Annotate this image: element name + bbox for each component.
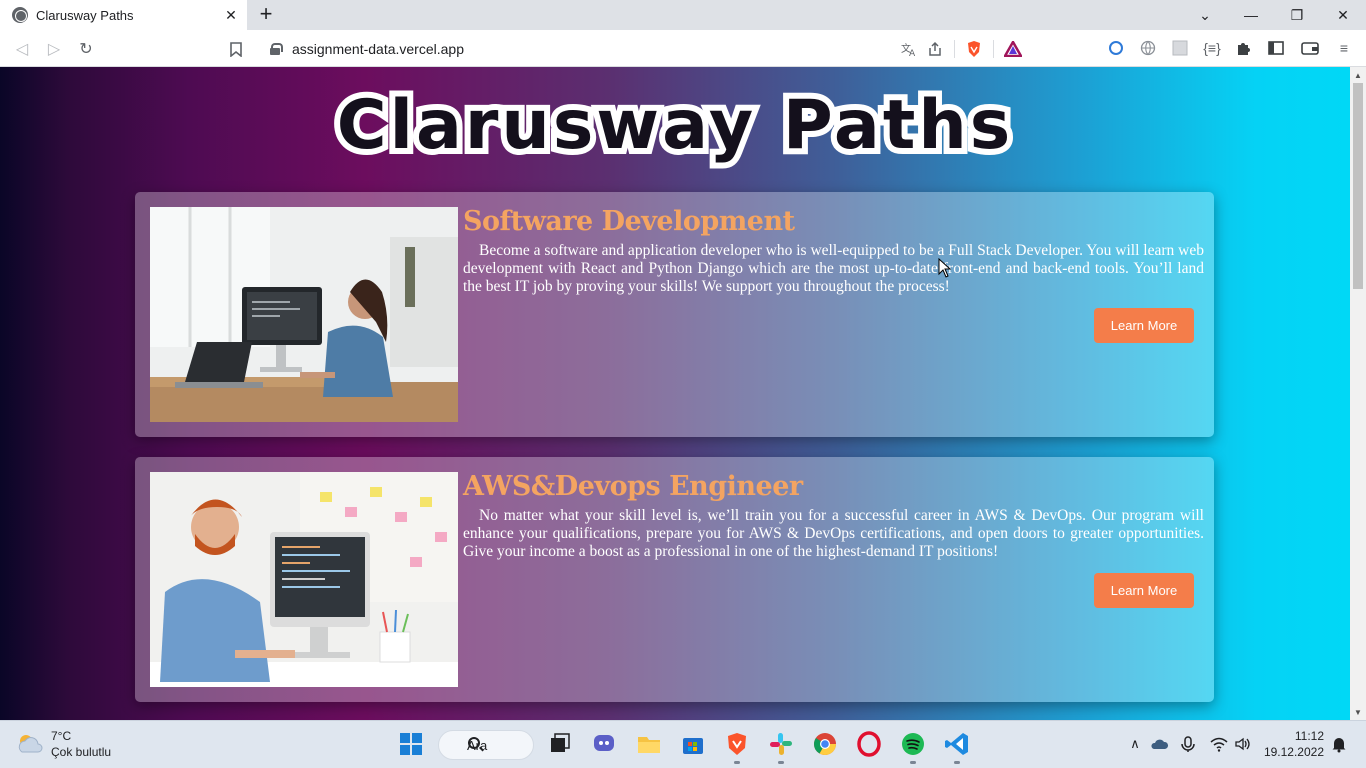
grid-extension-icon[interactable] <box>1168 36 1192 60</box>
page-scrollbar[interactable]: ▲ ▼ <box>1350 67 1366 720</box>
show-hidden-icons-chevron-icon[interactable]: ∧ <box>1126 735 1144 753</box>
windows-taskbar: 7°C Çok bulutlu Ara ∧ 11:12 19.12.2022 <box>0 720 1366 768</box>
json-viewer-icon[interactable]: {≡} <box>1200 36 1224 60</box>
reload-icon[interactable]: ↻ <box>74 37 98 61</box>
forward-icon[interactable]: ▷ <box>42 37 66 61</box>
card-description: No matter what your skill level is, we’l… <box>463 507 1204 560</box>
site-title: Clarusway Paths Clarusway Paths <box>0 80 1350 171</box>
file-explorer-icon[interactable] <box>636 731 662 757</box>
cloudy-weather-icon[interactable] <box>16 732 44 756</box>
share-icon[interactable] <box>922 36 948 62</box>
clock-date[interactable]: 19.12.2022 <box>1262 745 1324 759</box>
running-indicator <box>910 761 916 764</box>
site-title-text: Clarusway Paths <box>336 86 1014 165</box>
chat-icon[interactable] <box>591 731 617 757</box>
running-indicator <box>734 761 740 764</box>
weather-description[interactable]: Çok bulutlu <box>51 745 111 759</box>
vscode-icon[interactable] <box>944 731 970 757</box>
notification-bell-icon[interactable] <box>1330 735 1348 753</box>
extensions-puzzle-icon[interactable] <box>1232 36 1256 60</box>
learn-more-button[interactable]: Learn More <box>1094 308 1194 343</box>
new-tab-button[interactable]: + <box>255 3 277 25</box>
wifi-icon[interactable] <box>1210 735 1228 753</box>
path-card-aws-devops: AWS&Devops Engineer No matter what your … <box>135 457 1214 702</box>
card-title: Software Development <box>463 206 795 237</box>
clock-time[interactable]: 11:12 <box>1262 729 1324 743</box>
close-window-button[interactable]: ✕ <box>1320 0 1366 30</box>
address-bar[interactable]: assignment-data.vercel.app 文A <box>256 34 1026 63</box>
browser-toolbar: ◁ ▷ ↻ assignment-data.vercel.app 文A {≡} <box>0 30 1366 67</box>
wallet-icon[interactable] <box>1298 36 1322 60</box>
card-body: Software Development Become a software a… <box>463 204 1204 296</box>
learn-more-button[interactable]: Learn More <box>1094 573 1194 608</box>
divider <box>993 39 994 58</box>
microsoft-store-icon[interactable] <box>680 731 706 757</box>
menu-icon[interactable]: ≡ <box>1332 36 1356 60</box>
url-text[interactable]: assignment-data.vercel.app <box>292 41 896 57</box>
volume-icon[interactable] <box>1234 735 1252 753</box>
brave-rewards-icon[interactable] <box>1000 36 1026 62</box>
extension-ring-icon[interactable] <box>1104 36 1128 60</box>
running-indicator <box>954 761 960 764</box>
translate-icon[interactable]: 文A <box>896 36 922 62</box>
svg-text:A: A <box>909 49 916 57</box>
globe-extension-icon[interactable] <box>1136 36 1160 60</box>
tab-close-button[interactable]: ✕ <box>221 5 241 25</box>
weather-temperature[interactable]: 7°C <box>51 729 71 743</box>
onedrive-cloud-icon[interactable] <box>1151 735 1169 753</box>
path-card-software: Software Development Become a software a… <box>135 192 1214 437</box>
lock-icon <box>270 42 283 55</box>
sidebar-icon[interactable] <box>1264 36 1288 60</box>
bookmark-icon[interactable] <box>224 37 248 61</box>
task-view-icon[interactable] <box>547 731 573 757</box>
scroll-up-icon[interactable]: ▲ <box>1350 67 1366 83</box>
taskbar-search[interactable]: Ara <box>438 730 534 760</box>
minimize-button[interactable]: — <box>1228 0 1274 30</box>
scroll-down-icon[interactable]: ▼ <box>1350 704 1366 720</box>
page-viewport: Clarusway Paths Clarusway Paths Software… <box>0 67 1350 720</box>
mouse-cursor-icon <box>938 258 952 278</box>
card-title: AWS&Devops Engineer <box>463 471 803 502</box>
tab-search-chevron-icon[interactable]: ⌄ <box>1182 0 1228 30</box>
running-indicator <box>778 761 784 764</box>
card-image-developer-woman <box>150 207 458 422</box>
brave-browser-icon[interactable] <box>724 731 750 757</box>
search-icon <box>468 737 480 749</box>
windows-start-icon[interactable] <box>398 731 424 757</box>
card-description: Become a software and application develo… <box>463 242 1204 295</box>
tab-title: Clarusway Paths <box>36 7 134 23</box>
scroll-thumb[interactable] <box>1353 83 1363 289</box>
tab-strip: Clarusway Paths ✕ + ⌄ — ❐ ✕ <box>0 0 1366 30</box>
card-body: AWS&Devops Engineer No matter what your … <box>463 469 1204 561</box>
brave-shield-icon[interactable] <box>961 36 987 62</box>
slack-icon[interactable] <box>768 731 794 757</box>
spotify-icon[interactable] <box>900 731 926 757</box>
back-icon[interactable]: ◁ <box>10 37 34 61</box>
browser-tab[interactable]: Clarusway Paths ✕ <box>0 0 247 30</box>
opera-icon[interactable] <box>856 731 882 757</box>
globe-icon <box>12 7 28 23</box>
chrome-icon[interactable] <box>812 731 838 757</box>
divider <box>954 39 955 58</box>
microphone-icon[interactable] <box>1179 735 1197 753</box>
card-image-developer-man <box>150 472 458 687</box>
restore-button[interactable]: ❐ <box>1274 0 1320 30</box>
